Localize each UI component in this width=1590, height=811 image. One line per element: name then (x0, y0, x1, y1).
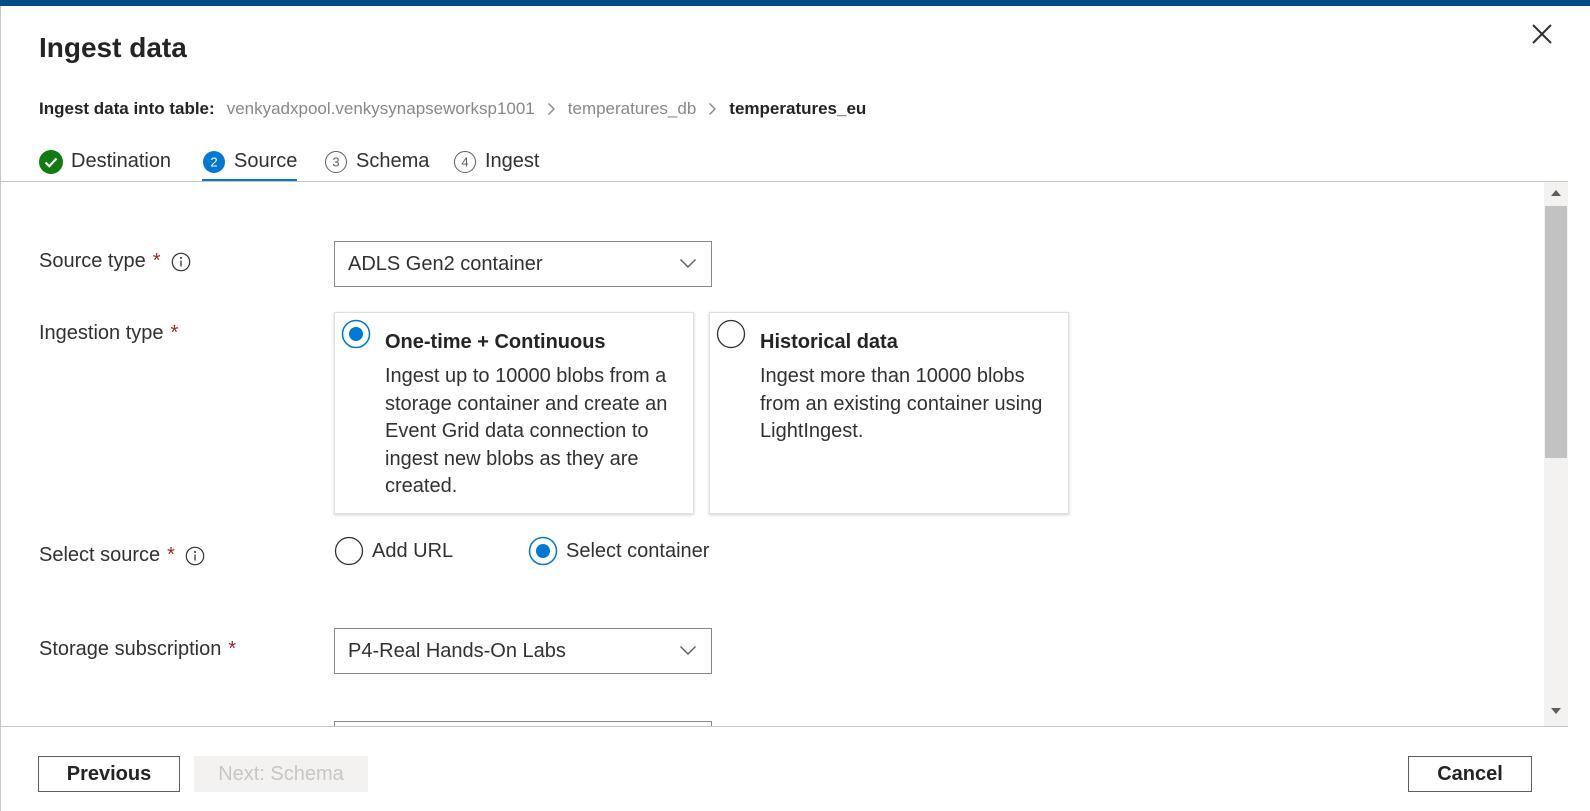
source-type-dropdown[interactable]: ADLS Gen2 container (334, 241, 712, 287)
dropdown-value: ADLS Gen2 container (348, 252, 543, 275)
step-number: 4 (461, 155, 468, 170)
scrollbar-thumb[interactable] (1545, 206, 1567, 458)
storage-subscription-dropdown[interactable]: P4-Real Hands-On Labs (334, 628, 712, 674)
tab-destination[interactable]: Destination (39, 150, 171, 182)
option-title: One-time + Continuous (385, 331, 606, 353)
dropdown-value: P4-Real Hands-On Labs (348, 639, 566, 662)
breadcrumb-prefix: Ingest data into table: (39, 99, 215, 118)
ingestion-type-label: Ingestion type * (39, 322, 178, 345)
ingestion-option-continuous[interactable]: One-time + Continuous Ingest up to 10000… (334, 312, 694, 514)
breadcrumb-item-pool: venkyadxpool.venkysynapseworksp1001 (226, 99, 535, 118)
source-type-label: Source type * (39, 250, 191, 273)
top-accent-bar (0, 0, 1590, 6)
chevron-right-icon (547, 102, 556, 116)
scroll-down-arrow-icon[interactable] (1550, 706, 1562, 716)
scroll-up-arrow-icon[interactable] (1550, 188, 1562, 198)
previous-button[interactable]: Previous (38, 756, 180, 792)
info-icon[interactable] (171, 252, 191, 272)
ingestion-option-historical[interactable]: Historical data Ingest more than 10000 b… (709, 312, 1069, 514)
tab-label: Destination (71, 150, 172, 172)
label-text: Select source (39, 544, 161, 566)
option-description: Ingest up to 10000 blobs from a storage … (385, 365, 668, 497)
step-number-icon: 3 (324, 150, 348, 174)
radio-label: Add URL (372, 539, 454, 562)
label-text: Source type (39, 250, 146, 272)
cancel-button[interactable]: Cancel (1408, 756, 1532, 792)
label-text: Storage subscription (39, 638, 222, 660)
tab-label: Ingest (485, 150, 540, 172)
radio-unselected-icon[interactable] (334, 536, 364, 566)
tab-ingest[interactable]: 4 Ingest (453, 150, 539, 182)
step-number-icon: 2 (202, 150, 226, 174)
vertical-scrollbar[interactable] (1544, 182, 1568, 726)
step-number: 3 (332, 155, 339, 170)
storage-subscription-label: Storage subscription * (39, 638, 236, 661)
tab-label: Source (234, 150, 298, 172)
option-description: Ingest more than 10000 blobs from an exi… (760, 365, 1043, 442)
radio-label: Select container (566, 539, 710, 562)
breadcrumb: Ingest data into table: venkyadxpool.ven… (39, 99, 866, 119)
chevron-down-icon (680, 646, 696, 655)
option-title: Historical data (760, 331, 898, 353)
radio-selected-icon[interactable] (341, 319, 371, 349)
close-button[interactable] (1526, 18, 1558, 50)
chevron-down-icon (680, 259, 696, 268)
next-schema-button[interactable]: Next: Schema (194, 756, 368, 792)
select-source-label: Select source * (39, 544, 205, 567)
tab-schema[interactable]: 3 Schema (324, 150, 429, 182)
dialog-title: Ingest data (39, 32, 187, 63)
label-text: Ingestion type (39, 322, 164, 344)
required-asterisk: * (228, 638, 237, 660)
footer-divider (0, 726, 1568, 727)
required-asterisk: * (170, 322, 179, 344)
tab-label: Schema (356, 150, 430, 172)
breadcrumb-current-table: temperatures_eu (729, 99, 867, 118)
required-asterisk: * (167, 544, 175, 566)
radio-unselected-icon[interactable] (716, 319, 746, 349)
radio-select-container[interactable]: Select container (528, 536, 709, 566)
form-scroll-area: Source type * ADLS Gen2 container Ingest… (1, 182, 1543, 726)
close-icon (1532, 24, 1552, 44)
step-number: 2 (210, 155, 217, 170)
step-number-icon: 4 (453, 150, 477, 174)
info-icon[interactable] (185, 546, 205, 566)
breadcrumb-item-database: temperatures_db (567, 99, 697, 118)
radio-selected-icon[interactable] (528, 536, 558, 566)
chevron-right-icon (708, 102, 717, 116)
radio-add-url[interactable]: Add URL (334, 536, 453, 566)
check-circle-icon (39, 150, 63, 174)
tab-source[interactable]: 2 Source (202, 150, 298, 182)
required-asterisk: * (152, 250, 161, 272)
